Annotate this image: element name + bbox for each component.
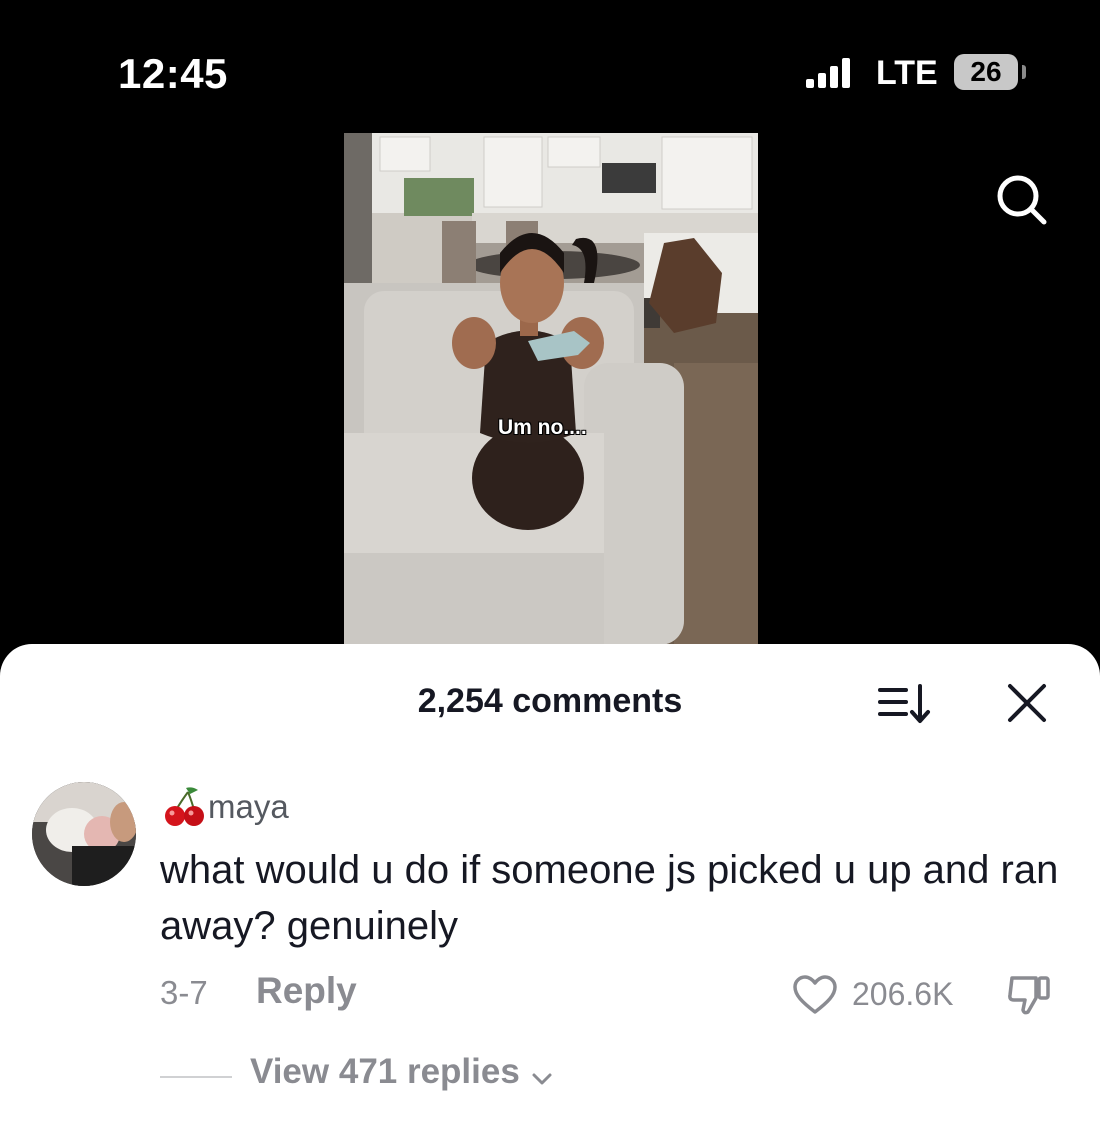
- video-frame: [344, 133, 758, 645]
- comments-sheet: 2,254 comments maya what would u do if s…: [0, 644, 1100, 1128]
- search-button[interactable]: [990, 168, 1054, 232]
- battery-tip: [1022, 65, 1026, 79]
- sort-button[interactable]: [876, 682, 934, 726]
- dislike-button[interactable]: [1004, 972, 1054, 1018]
- username[interactable]: maya: [208, 788, 289, 826]
- sort-icon: [878, 684, 930, 723]
- video-caption: Um no....: [498, 416, 587, 439]
- heart-icon: [793, 975, 837, 1014]
- comment-date: 3-7: [160, 974, 208, 1011]
- comment-text: what would u do if someone js picked u u…: [160, 848, 1059, 948]
- status-time: 12:45: [118, 50, 228, 97]
- battery-icon: 26: [954, 54, 1018, 90]
- avatar[interactable]: [32, 782, 136, 886]
- close-icon: [1008, 684, 1046, 722]
- signal-bars-icon: [806, 58, 858, 88]
- close-button[interactable]: [1002, 682, 1052, 726]
- reply-button[interactable]: Reply: [256, 970, 357, 1012]
- chevron-down-icon: [532, 1073, 552, 1085]
- avatar-image: [32, 782, 136, 886]
- view-replies-button[interactable]: View 471 replies: [250, 1052, 554, 1098]
- replies-divider: [160, 1076, 232, 1078]
- dislike-icon: [1008, 976, 1050, 1015]
- view-replies-label: View 471 replies: [250, 1052, 520, 1091]
- search-icon: [997, 175, 1047, 225]
- video-preview[interactable]: [344, 133, 758, 645]
- like-count: 206.6K: [852, 976, 954, 1012]
- network-label: LTE: [876, 54, 938, 92]
- comments-count: 2,254 comments: [417, 682, 683, 720]
- cherry-icon: [165, 787, 204, 826]
